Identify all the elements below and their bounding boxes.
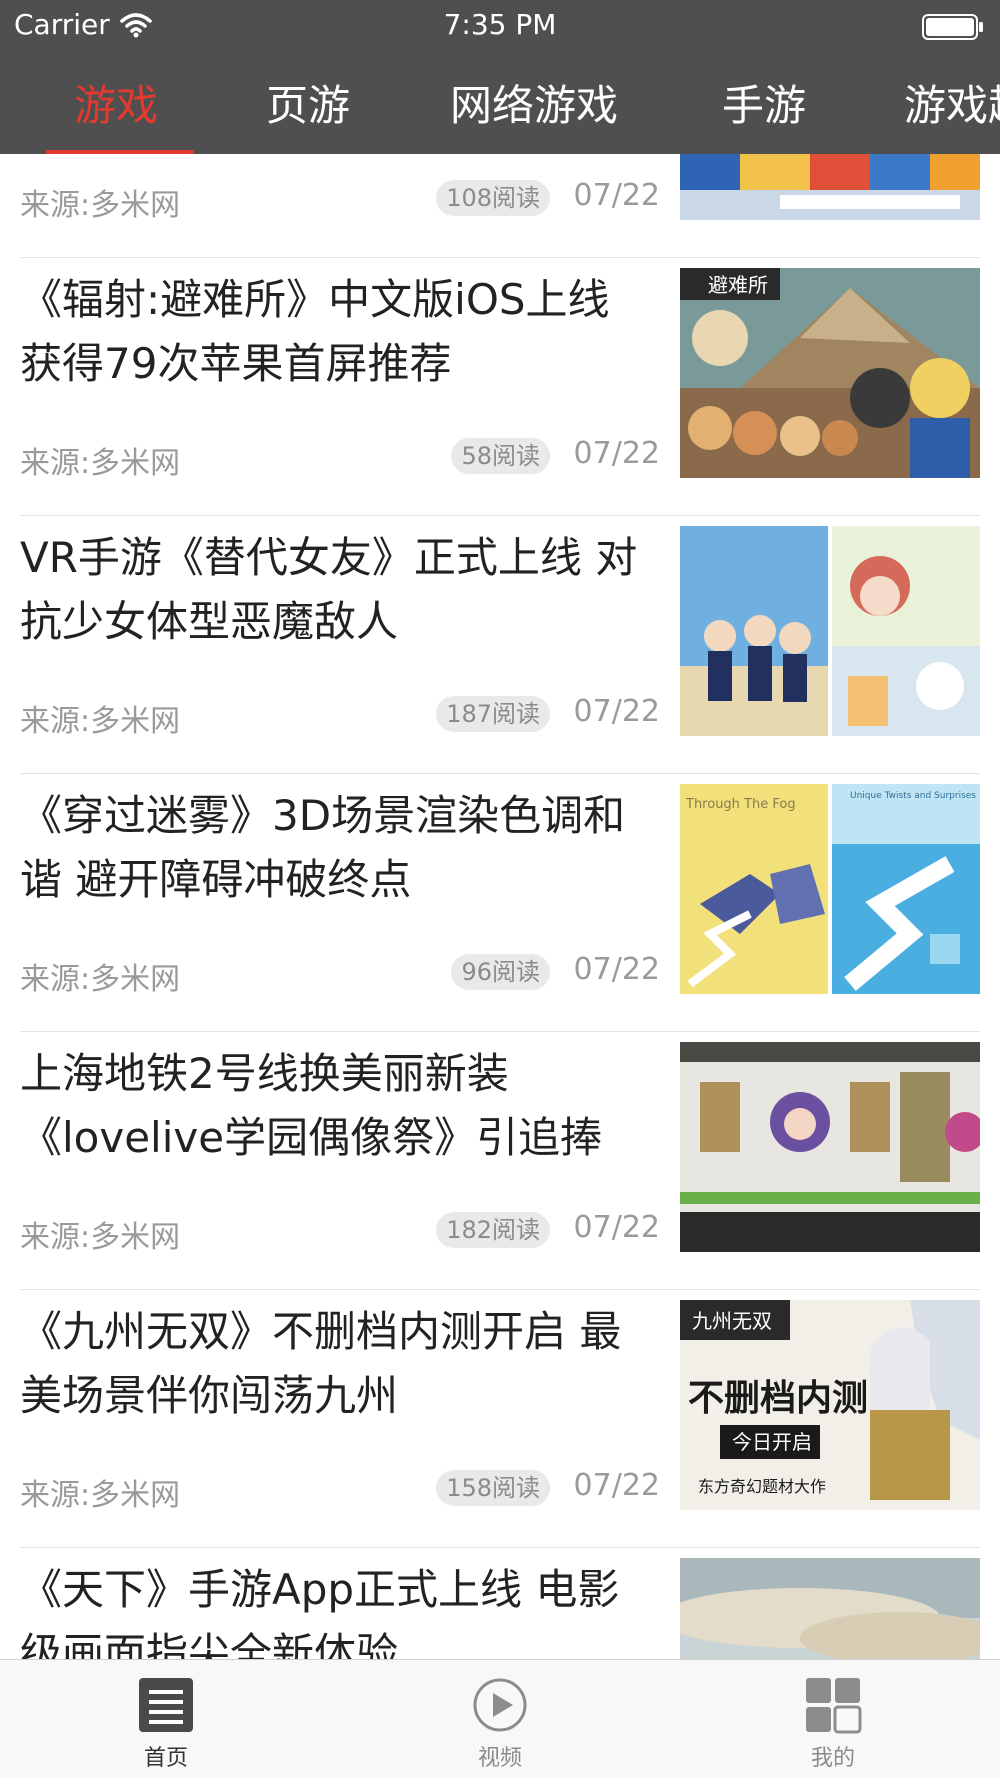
fallout-logo-text: 避难所 bbox=[708, 273, 768, 297]
news-item[interactable]: VR手游《替代女友》正式上线 对抗少女体型恶魔敌人 来源:多米网 187阅读 0… bbox=[0, 516, 1000, 774]
news-item[interactable]: 《九州无双》不删档内测开启 最美场景伴你闯荡九州 来源:多米网 158阅读 07… bbox=[0, 1290, 1000, 1548]
news-source: 来源:多米网 bbox=[20, 704, 181, 739]
bottom-tab-bar: 首页 视频 我的 bbox=[0, 1659, 1000, 1778]
fog-left-caption: Through The Fog bbox=[685, 797, 796, 812]
news-date: 07/22 bbox=[573, 178, 660, 213]
tab-web-game[interactable]: 页游 bbox=[266, 50, 350, 154]
read-count-badge: 182阅读 bbox=[436, 1212, 550, 1248]
news-title: 《九州无双》不删档内测开启 最美场景伴你闯荡九州 bbox=[20, 1307, 622, 1420]
news-source: 来源:多米网 bbox=[20, 1220, 181, 1255]
news-thumbnail[interactable] bbox=[680, 1042, 980, 1252]
read-count-badge: 58阅读 bbox=[451, 438, 550, 474]
news-date: 07/22 bbox=[573, 694, 660, 729]
battery-icon bbox=[922, 14, 983, 40]
news-thumbnail[interactable] bbox=[680, 154, 980, 220]
category-tab-bar: 游戏 页游 网络游戏 手游 游戏趣 bbox=[0, 50, 1000, 154]
play-circle-icon bbox=[473, 1678, 527, 1732]
jiuzhou-logo-text: 九州无双 bbox=[692, 1309, 772, 1333]
news-meta: 来源:多米网 108阅读 07/22 bbox=[20, 178, 660, 223]
tab-online-game[interactable]: 网络游戏 bbox=[450, 50, 618, 154]
grid-icon bbox=[806, 1678, 862, 1734]
read-count-badge: 158阅读 bbox=[436, 1470, 550, 1506]
city-street-image bbox=[680, 154, 980, 220]
tab-game-fun[interactable]: 游戏趣 bbox=[904, 50, 1000, 154]
jiuzhou-headline-text: 不删档内测 bbox=[688, 1378, 868, 1419]
tabbar-video[interactable]: 视频 bbox=[440, 1676, 560, 1776]
news-item[interactable]: 上海地铁2号线换美丽新装《lovelive学园偶像祭》引追捧 来源:多米网 18… bbox=[0, 1032, 1000, 1290]
through-the-fog-image: Through The Fog Unique Twists and Surpri… bbox=[680, 784, 980, 994]
fallout-shelter-image: 避难所 bbox=[680, 268, 980, 478]
read-count-badge: 96阅读 bbox=[451, 954, 550, 990]
jiuzhou-tagline-text: 东方奇幻题材大作 bbox=[698, 1477, 826, 1496]
news-meta: 来源:多米网 182阅读 07/22 bbox=[20, 1210, 660, 1255]
news-meta: 来源:多米网 187阅读 07/22 bbox=[20, 694, 660, 739]
news-title: 上海地铁2号线换美丽新装《lovelive学园偶像祭》引追捧 bbox=[20, 1049, 603, 1162]
news-meta: 来源:多米网 96阅读 07/22 bbox=[20, 952, 660, 997]
tab-game[interactable]: 游戏 bbox=[74, 50, 158, 154]
status-time: 7:35 PM bbox=[443, 8, 557, 41]
news-title: VR手游《替代女友》正式上线 对抗少女体型恶魔敌人 bbox=[20, 533, 638, 646]
tabbar-profile[interactable]: 我的 bbox=[773, 1676, 893, 1776]
news-date: 07/22 bbox=[573, 1468, 660, 1503]
news-thumbnail[interactable]: 九州无双 不删档内测 今日开启 东方奇幻题材大作 bbox=[680, 1300, 980, 1510]
news-item[interactable]: 《辐射:避难所》中文版iOS上线 获得79次苹果首屏推荐 来源:多米网 58阅读… bbox=[0, 258, 1000, 516]
news-source: 来源:多米网 bbox=[20, 962, 181, 997]
read-count-badge: 187阅读 bbox=[436, 696, 550, 732]
news-source: 来源:多米网 bbox=[20, 1478, 181, 1513]
jiuzhou-poster-image: 九州无双 不删档内测 今日开启 东方奇幻题材大作 bbox=[680, 1300, 980, 1510]
news-thumbnail[interactable]: 避难所 bbox=[680, 268, 980, 478]
metro-train-image bbox=[680, 1042, 980, 1252]
tabbar-label: 首页 bbox=[143, 1746, 188, 1771]
news-feed[interactable]: 来源:多米网 108阅读 07/22 《辐射:避难所》中文版iOS上线 获得79… bbox=[0, 154, 1000, 1659]
news-title: 《天下》手游App正式上线 电影级画面指尖全新体验 bbox=[20, 1565, 620, 1659]
tabbar-label: 我的 bbox=[810, 1746, 855, 1771]
jiuzhou-badge-text: 今日开启 bbox=[732, 1430, 812, 1454]
news-title: 《穿过迷雾》3D场景渲染色调和谐 避开障碍冲破终点 bbox=[20, 791, 626, 904]
news-source: 来源:多米网 bbox=[20, 188, 181, 223]
news-item[interactable]: 来源:多米网 108阅读 07/22 bbox=[0, 154, 1000, 258]
tianxia-landscape-image bbox=[680, 1558, 980, 1659]
news-meta: 来源:多米网 158阅读 07/22 bbox=[20, 1468, 660, 1513]
news-date: 07/22 bbox=[573, 1210, 660, 1245]
status-bar: Carrier 7:35 PM bbox=[0, 0, 1000, 50]
news-item[interactable]: 《穿过迷雾》3D场景渲染色调和谐 避开障碍冲破终点 来源:多米网 96阅读 07… bbox=[0, 774, 1000, 1032]
tabbar-home[interactable]: 首页 bbox=[106, 1676, 226, 1776]
tabbar-label: 视频 bbox=[477, 1746, 522, 1771]
news-item[interactable]: 《天下》手游App正式上线 电影级画面指尖全新体验 bbox=[0, 1548, 1000, 1659]
news-date: 07/22 bbox=[573, 436, 660, 471]
fog-right-caption: Unique Twists and Surprises bbox=[850, 791, 976, 801]
news-thumbnail[interactable] bbox=[680, 1558, 980, 1659]
read-count-badge: 108阅读 bbox=[436, 180, 550, 216]
news-list-icon bbox=[139, 1678, 193, 1732]
tab-mobile-game[interactable]: 手游 bbox=[722, 50, 806, 154]
news-thumbnail[interactable] bbox=[680, 526, 980, 736]
news-date: 07/22 bbox=[573, 952, 660, 987]
anime-girls-image bbox=[680, 526, 980, 736]
news-thumbnail[interactable]: Through The Fog Unique Twists and Surpri… bbox=[680, 784, 980, 994]
news-meta: 来源:多米网 58阅读 07/22 bbox=[20, 436, 660, 481]
news-title: 《辐射:避难所》中文版iOS上线 获得79次苹果首屏推荐 bbox=[20, 275, 610, 388]
news-source: 来源:多米网 bbox=[20, 446, 181, 481]
